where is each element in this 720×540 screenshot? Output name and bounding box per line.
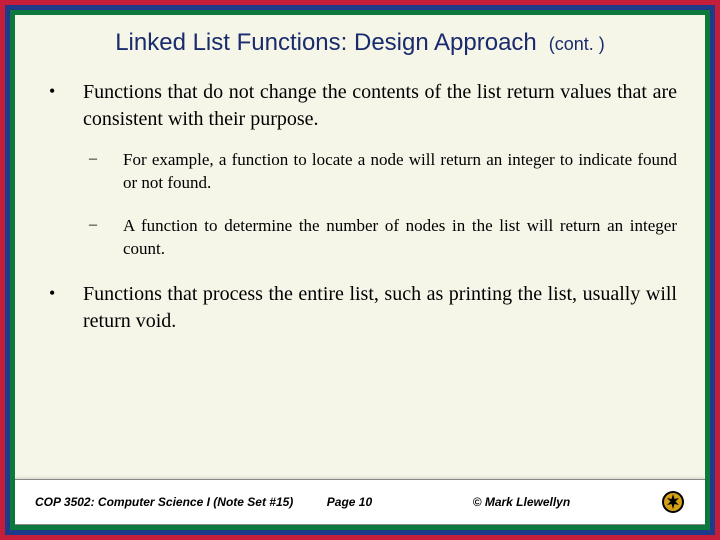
bullet-item: • Functions that do not change the conte… <box>43 79 677 133</box>
slide-content: Linked List Functions: Design Approach (… <box>15 15 705 525</box>
bullet-marker: • <box>43 281 83 335</box>
sub-bullet-marker: – <box>87 215 123 261</box>
content-area: • Functions that do not change the conte… <box>43 79 677 479</box>
sub-bullet-text: A function to determine the number of no… <box>123 215 677 261</box>
bullet-text: Functions that do not change the content… <box>83 79 677 133</box>
title-area: Linked List Functions: Design Approach (… <box>43 29 677 57</box>
footer-course: COP 3502: Computer Science I (Note Set #… <box>35 495 327 509</box>
sub-bullet-text: For example, a function to locate a node… <box>123 149 677 195</box>
bullet-item: • Functions that process the entire list… <box>43 281 677 335</box>
ucf-logo-icon <box>661 490 685 514</box>
slide-title-cont: (cont. ) <box>549 34 605 54</box>
sub-bullet-marker: – <box>87 149 123 195</box>
outer-border-green: Linked List Functions: Design Approach (… <box>10 10 710 530</box>
outer-border-blue: Linked List Functions: Design Approach (… <box>5 5 715 535</box>
footer-page: Page 10 <box>327 495 473 509</box>
slide-footer: COP 3502: Computer Science I (Note Set #… <box>15 479 705 525</box>
sub-bullet-item: – For example, a function to locate a no… <box>87 149 677 195</box>
sub-bullet-item: – A function to determine the number of … <box>87 215 677 261</box>
footer-copyright: © Mark Llewellyn <box>473 495 655 509</box>
bullet-text: Functions that process the entire list, … <box>83 281 677 335</box>
slide-title: Linked List Functions: Design Approach <box>115 29 537 56</box>
bullet-marker: • <box>43 79 83 133</box>
